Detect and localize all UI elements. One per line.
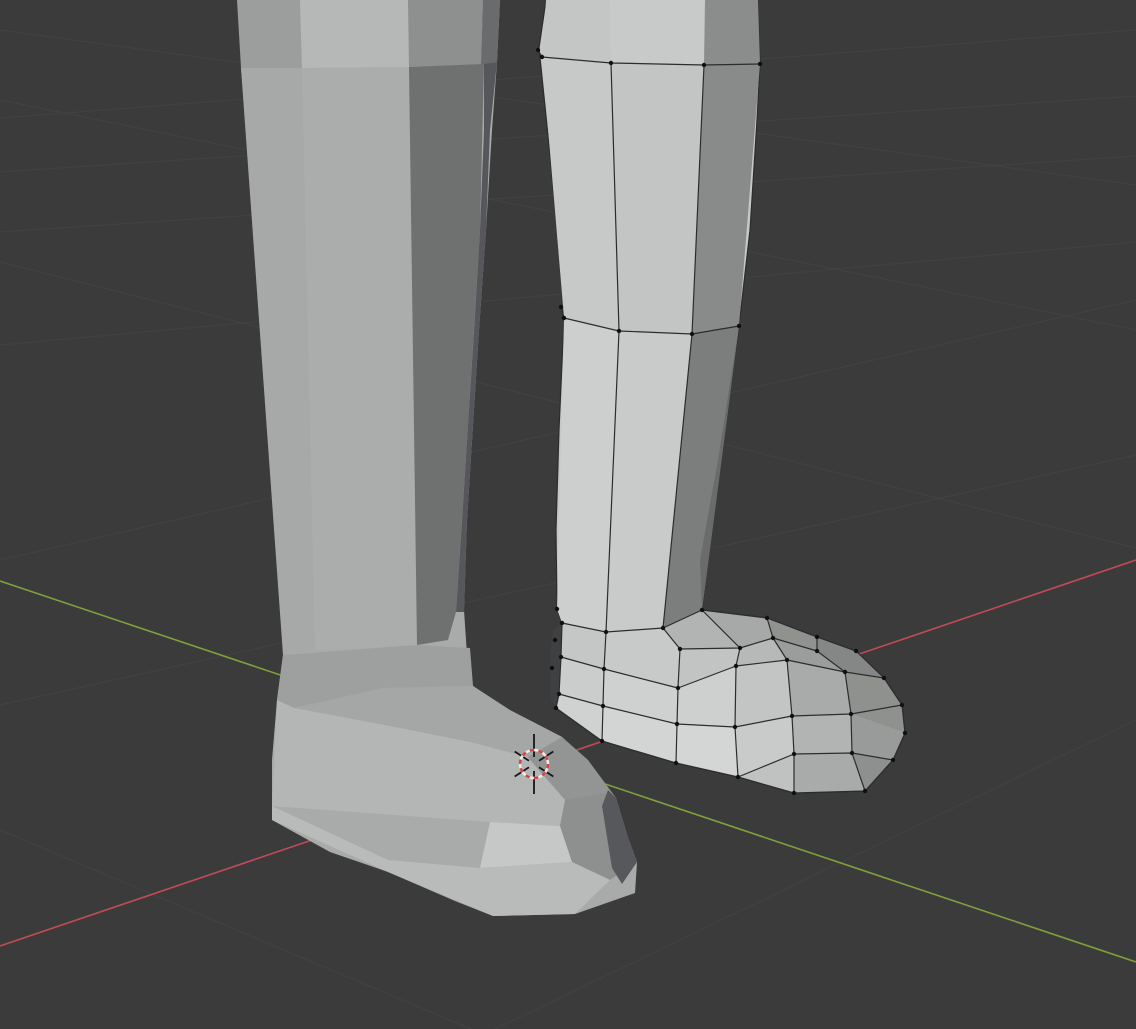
- mesh-vertex[interactable]: [609, 61, 613, 65]
- mesh-vertex[interactable]: [771, 636, 775, 640]
- mesh-face: [302, 67, 417, 650]
- mesh-face: [735, 660, 792, 727]
- mesh-vertex[interactable]: [882, 676, 886, 680]
- mesh-face: [610, 0, 705, 65]
- mesh-vertex[interactable]: [815, 649, 819, 653]
- mesh-vertex[interactable]: [690, 332, 694, 336]
- mesh-vertex[interactable]: [617, 329, 621, 333]
- mesh-vertex[interactable]: [900, 703, 904, 707]
- mesh-face: [408, 0, 483, 67]
- mesh-face: [300, 0, 409, 68]
- mesh-vertex[interactable]: [843, 670, 847, 674]
- mesh-vertex[interactable]: [850, 751, 854, 755]
- mesh-vertex[interactable]: [765, 616, 769, 620]
- mesh-vertex[interactable]: [676, 686, 680, 690]
- mesh-vertex[interactable]: [733, 725, 737, 729]
- mesh-vertex[interactable]: [863, 789, 867, 793]
- mesh-vertex[interactable]: [661, 626, 665, 630]
- mesh-vertex[interactable]: [702, 63, 706, 67]
- mesh-face: [611, 63, 704, 334]
- mesh-vertex[interactable]: [550, 666, 554, 670]
- mesh-vertex[interactable]: [792, 791, 796, 795]
- mesh-vertex[interactable]: [815, 635, 819, 639]
- mesh-face: [480, 822, 572, 868]
- mesh-vertex[interactable]: [849, 712, 853, 716]
- mesh-vertex[interactable]: [674, 761, 678, 765]
- mesh-vertex[interactable]: [734, 664, 738, 668]
- mesh-vertex[interactable]: [854, 649, 858, 653]
- mesh-vertex[interactable]: [736, 775, 740, 779]
- mesh-vertex[interactable]: [554, 706, 558, 710]
- mesh-face: [237, 0, 302, 68]
- mesh-vertex[interactable]: [604, 630, 608, 634]
- mesh-vertex[interactable]: [903, 731, 907, 735]
- mesh-vertex[interactable]: [738, 646, 742, 650]
- mesh-vertex[interactable]: [790, 714, 794, 718]
- mesh-vertex[interactable]: [700, 608, 704, 612]
- mesh-vertex[interactable]: [536, 48, 540, 52]
- mesh-vertex[interactable]: [559, 305, 563, 309]
- mesh-vertex[interactable]: [675, 722, 679, 726]
- mesh-vertex[interactable]: [792, 752, 796, 756]
- mesh-vertex[interactable]: [562, 316, 566, 320]
- mesh-vertex[interactable]: [559, 655, 563, 659]
- mesh-vertex[interactable]: [555, 607, 559, 611]
- mesh-face: [542, 0, 611, 63]
- viewport-canvas[interactable]: [0, 0, 1136, 1029]
- mesh-face: [481, 0, 500, 65]
- mesh-face: [792, 714, 852, 754]
- mesh-vertex[interactable]: [600, 739, 604, 743]
- mesh-vertex[interactable]: [557, 692, 561, 696]
- mesh-vertex[interactable]: [737, 324, 741, 328]
- mesh-vertex[interactable]: [560, 621, 564, 625]
- mesh-vertex[interactable]: [601, 704, 605, 708]
- mesh-vertex[interactable]: [553, 638, 557, 642]
- mesh-vertex[interactable]: [678, 647, 682, 651]
- mesh-vertex[interactable]: [891, 758, 895, 762]
- mesh-vertex[interactable]: [602, 667, 606, 671]
- blender-3d-viewport[interactable]: [0, 0, 1136, 1029]
- mesh-vertex[interactable]: [758, 62, 762, 66]
- mesh-face: [704, 0, 760, 65]
- mesh-vertex[interactable]: [785, 658, 789, 662]
- mesh-vertex[interactable]: [540, 55, 544, 59]
